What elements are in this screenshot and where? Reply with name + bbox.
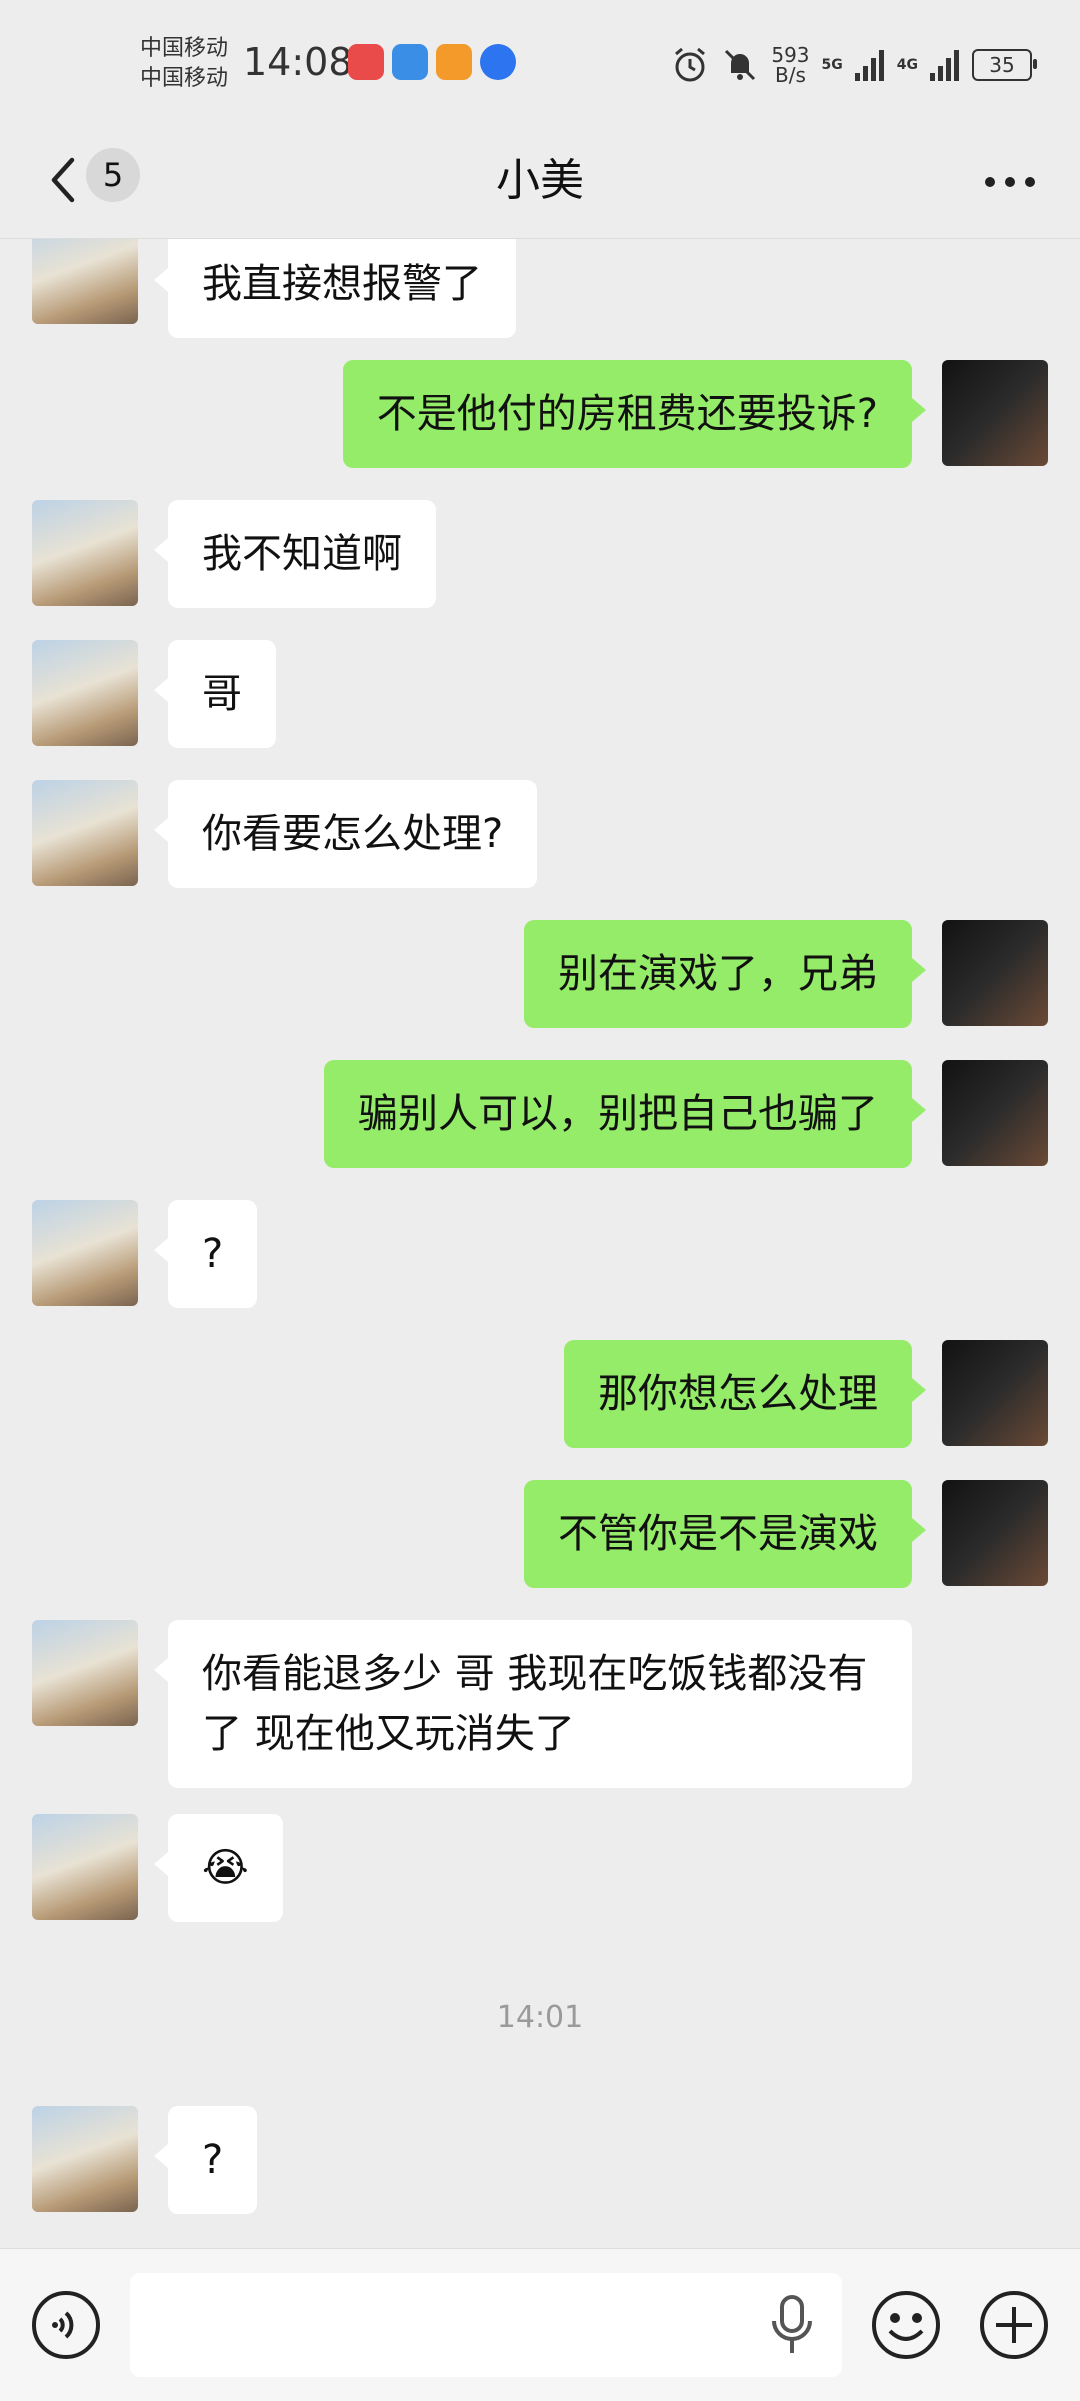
message-bubble-incoming[interactable]: 哥: [154, 640, 276, 748]
message-bubble-incoming[interactable]: ?: [153, 2106, 258, 2214]
carrier-1: 中国移动: [140, 36, 229, 61]
user-avatar[interactable]: [942, 1340, 1048, 1446]
contact-avatar[interactable]: [32, 2106, 138, 2212]
message-input[interactable]: [130, 2273, 842, 2377]
message-bubble-incoming[interactable]: ?: [153, 1200, 258, 1308]
signal-icon: [854, 50, 884, 81]
carrier-labels: 中国移动 中国移动: [140, 34, 228, 94]
contact-avatar[interactable]: [32, 1200, 138, 1306]
message-bubble-incoming[interactable]: 你看能退多少 哥 我现在吃饭钱都没有了 现在他又玩消失了: [154, 1620, 912, 1788]
huawei-store-icon: [348, 44, 384, 80]
contact-avatar[interactable]: [32, 1814, 138, 1920]
message-bubble-outgoing[interactable]: 不管你是不是演戏: [524, 1480, 926, 1588]
contact-avatar[interactable]: [32, 500, 138, 606]
alarm-icon: [675, 47, 706, 82]
signal-icon: [930, 50, 959, 81]
user-avatar[interactable]: [942, 360, 1048, 466]
status-icons: 593 B/s 5G 4G 35: [671, 40, 1037, 90]
chat-title: 小美: [496, 155, 584, 206]
message-bubble-outgoing[interactable]: 不是他付的房租费还要投诉?: [342, 360, 927, 468]
message-bubble-outgoing[interactable]: 别在演戏了，兄弟: [524, 920, 926, 1028]
message-bubble-incoming[interactable]: 我不知道啊: [154, 500, 436, 608]
contact-avatar[interactable]: [32, 1620, 138, 1726]
user-avatar[interactable]: [942, 1480, 1048, 1586]
plus-icon[interactable]: [978, 2289, 1050, 2361]
battery-indicator: 35: [972, 49, 1037, 81]
network-type-2: 4G: [896, 57, 918, 73]
microphone-icon[interactable]: [768, 2293, 816, 2357]
message-bubble-outgoing[interactable]: 骗别人可以，别把自己也骗了: [324, 1060, 926, 1168]
carrier-2: 中国移动: [140, 66, 229, 91]
emoji-icon[interactable]: [870, 2289, 942, 2361]
contact-avatar[interactable]: [32, 238, 138, 324]
network-type-1: 5G: [821, 57, 843, 73]
message-bubble-outgoing[interactable]: 那你想怎么处理: [564, 1340, 926, 1448]
browser-app-icon: [480, 44, 516, 80]
mute-icon: [725, 49, 756, 81]
chat-header: 5 小美: [0, 130, 1080, 239]
video-app-icon: [436, 44, 472, 80]
contact-avatar[interactable]: [32, 640, 138, 746]
more-options-icon[interactable]: [980, 162, 1040, 202]
status-time: 14:08: [243, 40, 353, 84]
message-bubble-incoming[interactable]: 你看要怎么处理?: [153, 780, 538, 888]
voice-mode-icon[interactable]: [30, 2289, 102, 2361]
app-notification-icon: [392, 44, 428, 80]
network-speed: 593 B/s: [771, 43, 810, 87]
message-list[interactable]: 我直接想报警了 不是他付的房租费还要投诉? 我不知道啊 哥 你看要怎么处理? 别…: [0, 238, 1080, 2234]
message-bubble-emoji[interactable]: 😭: [154, 1814, 283, 1922]
user-avatar[interactable]: [942, 1060, 1048, 1166]
user-avatar[interactable]: [942, 920, 1048, 1026]
contact-avatar[interactable]: [32, 780, 138, 886]
status-bar: 中国移动 中国移动 14:08 593 B/s 5G 4G 35: [0, 0, 1080, 130]
message-timestamp: 14:01: [496, 2000, 584, 2035]
message-bubble-incoming[interactable]: 我直接想报警了: [154, 238, 516, 338]
input-bar: [0, 2248, 1080, 2401]
